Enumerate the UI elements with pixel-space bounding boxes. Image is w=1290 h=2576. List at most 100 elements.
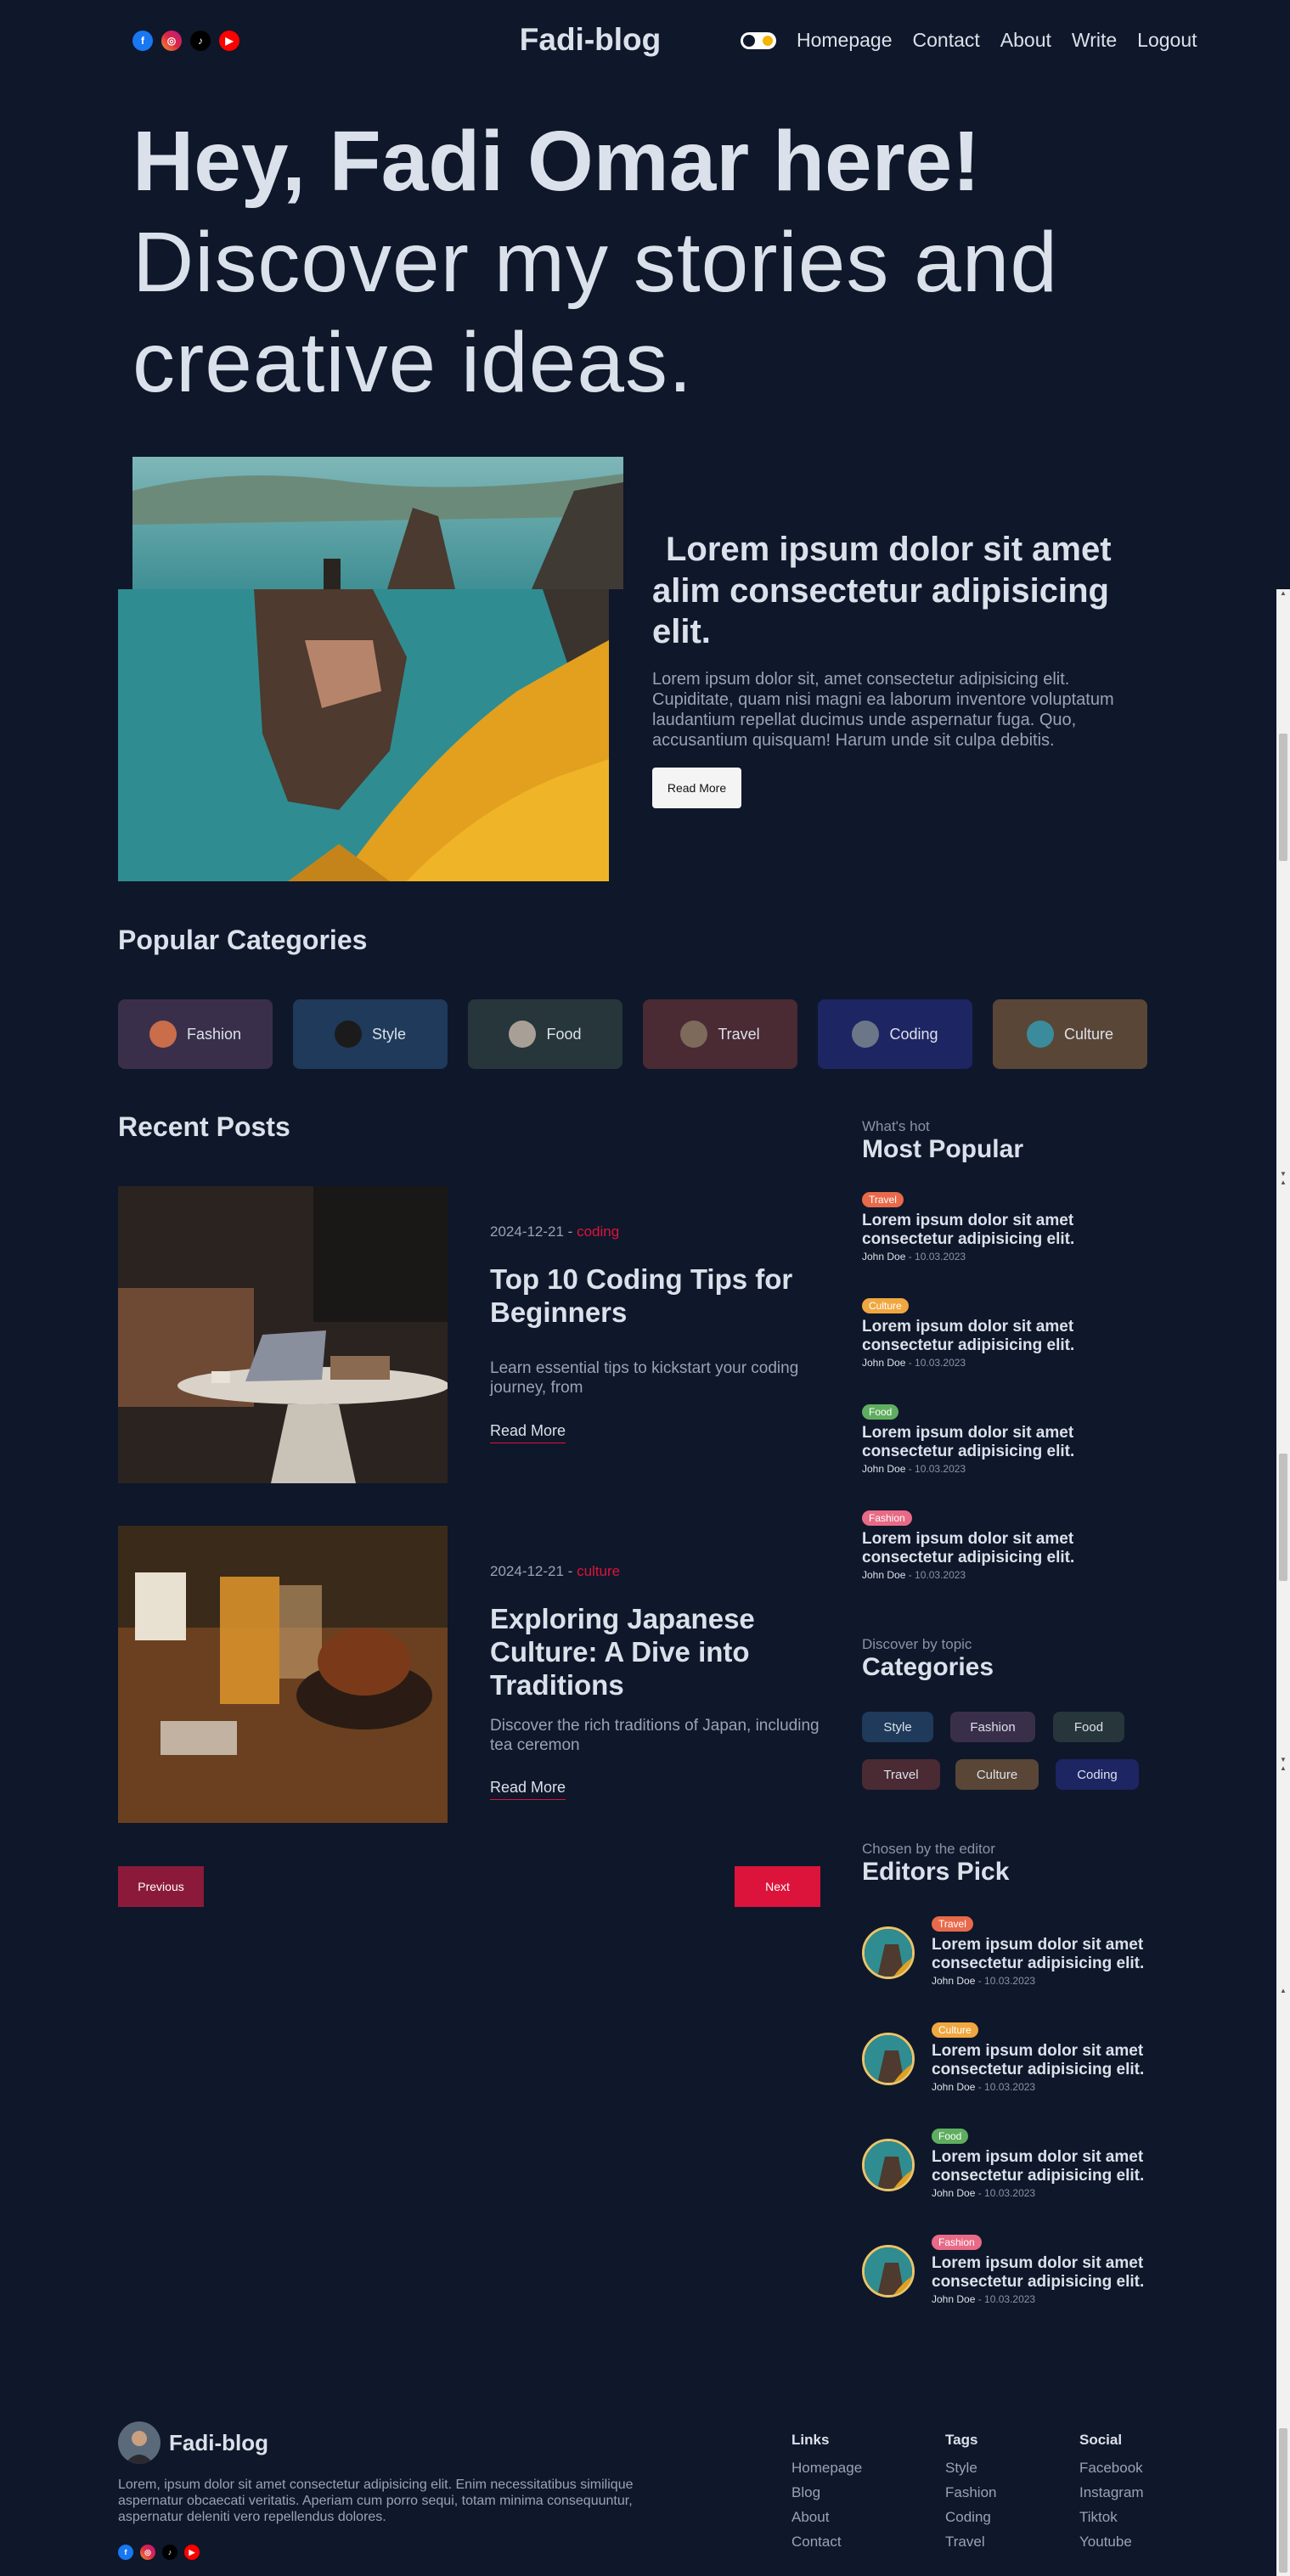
topic-style[interactable]: Style	[862, 1712, 933, 1742]
nav-about[interactable]: About	[1000, 29, 1051, 52]
author: John Doe	[862, 1251, 906, 1263]
topic-coding[interactable]: Coding	[1056, 1759, 1139, 1790]
category-card-culture[interactable]: Culture	[993, 999, 1147, 1069]
category-label: Culture	[1063, 1025, 1114, 1043]
youtube-icon[interactable]: ▶	[219, 31, 239, 51]
editor-pick-title[interactable]: Lorem ipsum dolor sit amet consectetur a…	[932, 2042, 1169, 2079]
editor-pick-post[interactable]: Fashion Lorem ipsum dolor sit amet conse…	[862, 2235, 1169, 2305]
footer-link[interactable]: Fashion	[945, 2480, 996, 2505]
footer-link[interactable]: Coding	[945, 2505, 996, 2529]
tiktok-icon[interactable]: ♪	[190, 31, 211, 51]
post-date: - 10.03.2023	[975, 2081, 1036, 2093]
post-category[interactable]: culture	[577, 1563, 620, 1579]
nav-write[interactable]: Write	[1072, 29, 1117, 52]
popular-post-byline: John Doe - 10.03.2023	[862, 1251, 1151, 1263]
facebook-icon[interactable]: f	[118, 2545, 133, 2560]
editor-pick-post[interactable]: Food Lorem ipsum dolor sit amet consecte…	[862, 2129, 1169, 2199]
footer-link[interactable]: Youtube	[1079, 2529, 1144, 2554]
site-header: f ◎ ♪ ▶ Fadi-blog Homepage Contact About…	[0, 0, 1290, 85]
recent-posts-title: Recent Posts	[118, 1111, 290, 1142]
post-avatar	[862, 2139, 915, 2191]
nav-homepage[interactable]: Homepage	[797, 29, 893, 52]
nav-contact[interactable]: Contact	[913, 29, 980, 52]
site-logo[interactable]: Fadi-blog	[476, 22, 705, 58]
scroll-down-arrow[interactable]: ▼	[1276, 1170, 1290, 1178]
editor-pick-title[interactable]: Lorem ipsum dolor sit amet consectetur a…	[932, 1936, 1169, 1973]
popular-post[interactable]: Culture Lorem ipsum dolor sit amet conse…	[862, 1298, 1151, 1369]
category-thumb	[334, 1021, 362, 1048]
popular-post-title[interactable]: Lorem ipsum dolor sit amet consectetur a…	[862, 1212, 1151, 1249]
post-date: - 10.03.2023	[905, 1251, 966, 1263]
hero-line-2: creative ideas.	[132, 315, 693, 410]
footer-link[interactable]: Instagram	[1079, 2480, 1144, 2505]
popular-post-title[interactable]: Lorem ipsum dolor sit amet consectetur a…	[862, 1424, 1151, 1461]
featured-title[interactable]: Lorem ipsum dolor sit amet	[666, 531, 1112, 569]
theme-toggle[interactable]	[741, 31, 776, 49]
editor-pick-byline: John Doe - 10.03.2023	[932, 2187, 1169, 2199]
next-button[interactable]: Next	[735, 1866, 820, 1907]
topic-travel[interactable]: Travel	[862, 1759, 940, 1790]
scroll-up-arrow-2[interactable]: ▲	[1276, 1178, 1290, 1187]
footer-link[interactable]: Blog	[791, 2480, 862, 2505]
footer-link[interactable]: About	[791, 2505, 862, 2529]
post-badge: Food	[862, 1404, 899, 1420]
popular-post[interactable]: Fashion Lorem ipsum dolor sit amet conse…	[862, 1510, 1151, 1581]
header-socials: f ◎ ♪ ▶	[132, 31, 239, 51]
popular-post-byline: John Doe - 10.03.2023	[862, 1357, 1151, 1369]
nav-logout[interactable]: Logout	[1137, 29, 1197, 52]
popular-post[interactable]: Food Lorem ipsum dolor sit amet consecte…	[862, 1404, 1151, 1475]
category-card-food[interactable]: Food	[468, 999, 622, 1069]
footer-link[interactable]: Style	[945, 2455, 996, 2480]
topic-fashion[interactable]: Fashion	[950, 1712, 1035, 1742]
instagram-icon[interactable]: ◎	[161, 31, 182, 51]
category-card-fashion[interactable]: Fashion	[118, 999, 273, 1069]
youtube-icon[interactable]: ▶	[184, 2545, 200, 2560]
popular-post[interactable]: Travel Lorem ipsum dolor sit amet consec…	[862, 1192, 1151, 1263]
category-label: Style	[371, 1025, 407, 1043]
footer-link[interactable]: Contact	[791, 2529, 862, 2554]
featured-read-more-button[interactable]: Read More	[652, 768, 741, 808]
post-badge: Travel	[862, 1192, 904, 1207]
scrollbar[interactable]	[1276, 589, 1290, 2576]
post-image[interactable]	[118, 1526, 448, 1823]
category-thumb	[852, 1021, 880, 1048]
scrollbar-thumb-2[interactable]	[1279, 1454, 1287, 1581]
post-image[interactable]	[118, 1186, 448, 1483]
footer-logo[interactable]: Fadi-blog	[169, 2430, 268, 2456]
featured-title-rest[interactable]: alim consectetur adipisicing elit.	[652, 571, 1153, 652]
scrollbar-thumb[interactable]	[1279, 734, 1287, 861]
post-title[interactable]: Top 10 Coding Tips for Beginners	[490, 1263, 830, 1329]
footer-link[interactable]: Travel	[945, 2529, 996, 2554]
tiktok-icon[interactable]: ♪	[162, 2545, 177, 2560]
category-card-travel[interactable]: Travel	[643, 999, 797, 1069]
post-read-more-link[interactable]: Read More	[490, 1422, 566, 1443]
post-card: 2024-12-21 - culture Exploring Japanese …	[118, 1526, 823, 1823]
footer-link[interactable]: Homepage	[791, 2455, 862, 2480]
instagram-icon[interactable]: ◎	[140, 2545, 155, 2560]
scroll-down-arrow-2[interactable]: ▼	[1276, 1756, 1290, 1764]
editor-pick-post[interactable]: Culture Lorem ipsum dolor sit amet conse…	[862, 2022, 1169, 2093]
editor-pick-title[interactable]: Lorem ipsum dolor sit amet consectetur a…	[932, 2254, 1169, 2292]
previous-button[interactable]: Previous	[118, 1866, 204, 1907]
post-badge: Travel	[932, 1916, 973, 1932]
editor-pick-title[interactable]: Lorem ipsum dolor sit amet consectetur a…	[932, 2148, 1169, 2185]
popular-post-title[interactable]: Lorem ipsum dolor sit amet consectetur a…	[862, 1530, 1151, 1567]
scrollbar-thumb-3[interactable]	[1279, 2428, 1287, 2573]
post-read-more-link[interactable]: Read More	[490, 1779, 566, 1800]
footer-link[interactable]: Facebook	[1079, 2455, 1144, 2480]
facebook-icon[interactable]: f	[132, 31, 153, 51]
topic-culture[interactable]: Culture	[955, 1759, 1039, 1790]
featured-image-top	[132, 457, 623, 589]
scroll-up-arrow[interactable]: ▲	[1276, 589, 1290, 598]
topic-food[interactable]: Food	[1053, 1712, 1124, 1742]
category-card-coding[interactable]: Coding	[818, 999, 972, 1069]
category-card-style[interactable]: Style	[293, 999, 448, 1069]
post-category[interactable]: coding	[577, 1223, 619, 1240]
post-title[interactable]: Exploring Japanese Culture: A Dive into …	[490, 1602, 830, 1701]
popular-post-title[interactable]: Lorem ipsum dolor sit amet consectetur a…	[862, 1318, 1151, 1355]
editor-pick-post[interactable]: Travel Lorem ipsum dolor sit amet consec…	[862, 1916, 1169, 1987]
hero-line-1: Discover my stories and	[132, 215, 1058, 310]
scroll-up-arrow-3[interactable]: ▲	[1276, 1764, 1290, 1773]
footer-link[interactable]: Tiktok	[1079, 2505, 1144, 2529]
scroll-up-arrow-4[interactable]: ▲	[1276, 1987, 1290, 1995]
